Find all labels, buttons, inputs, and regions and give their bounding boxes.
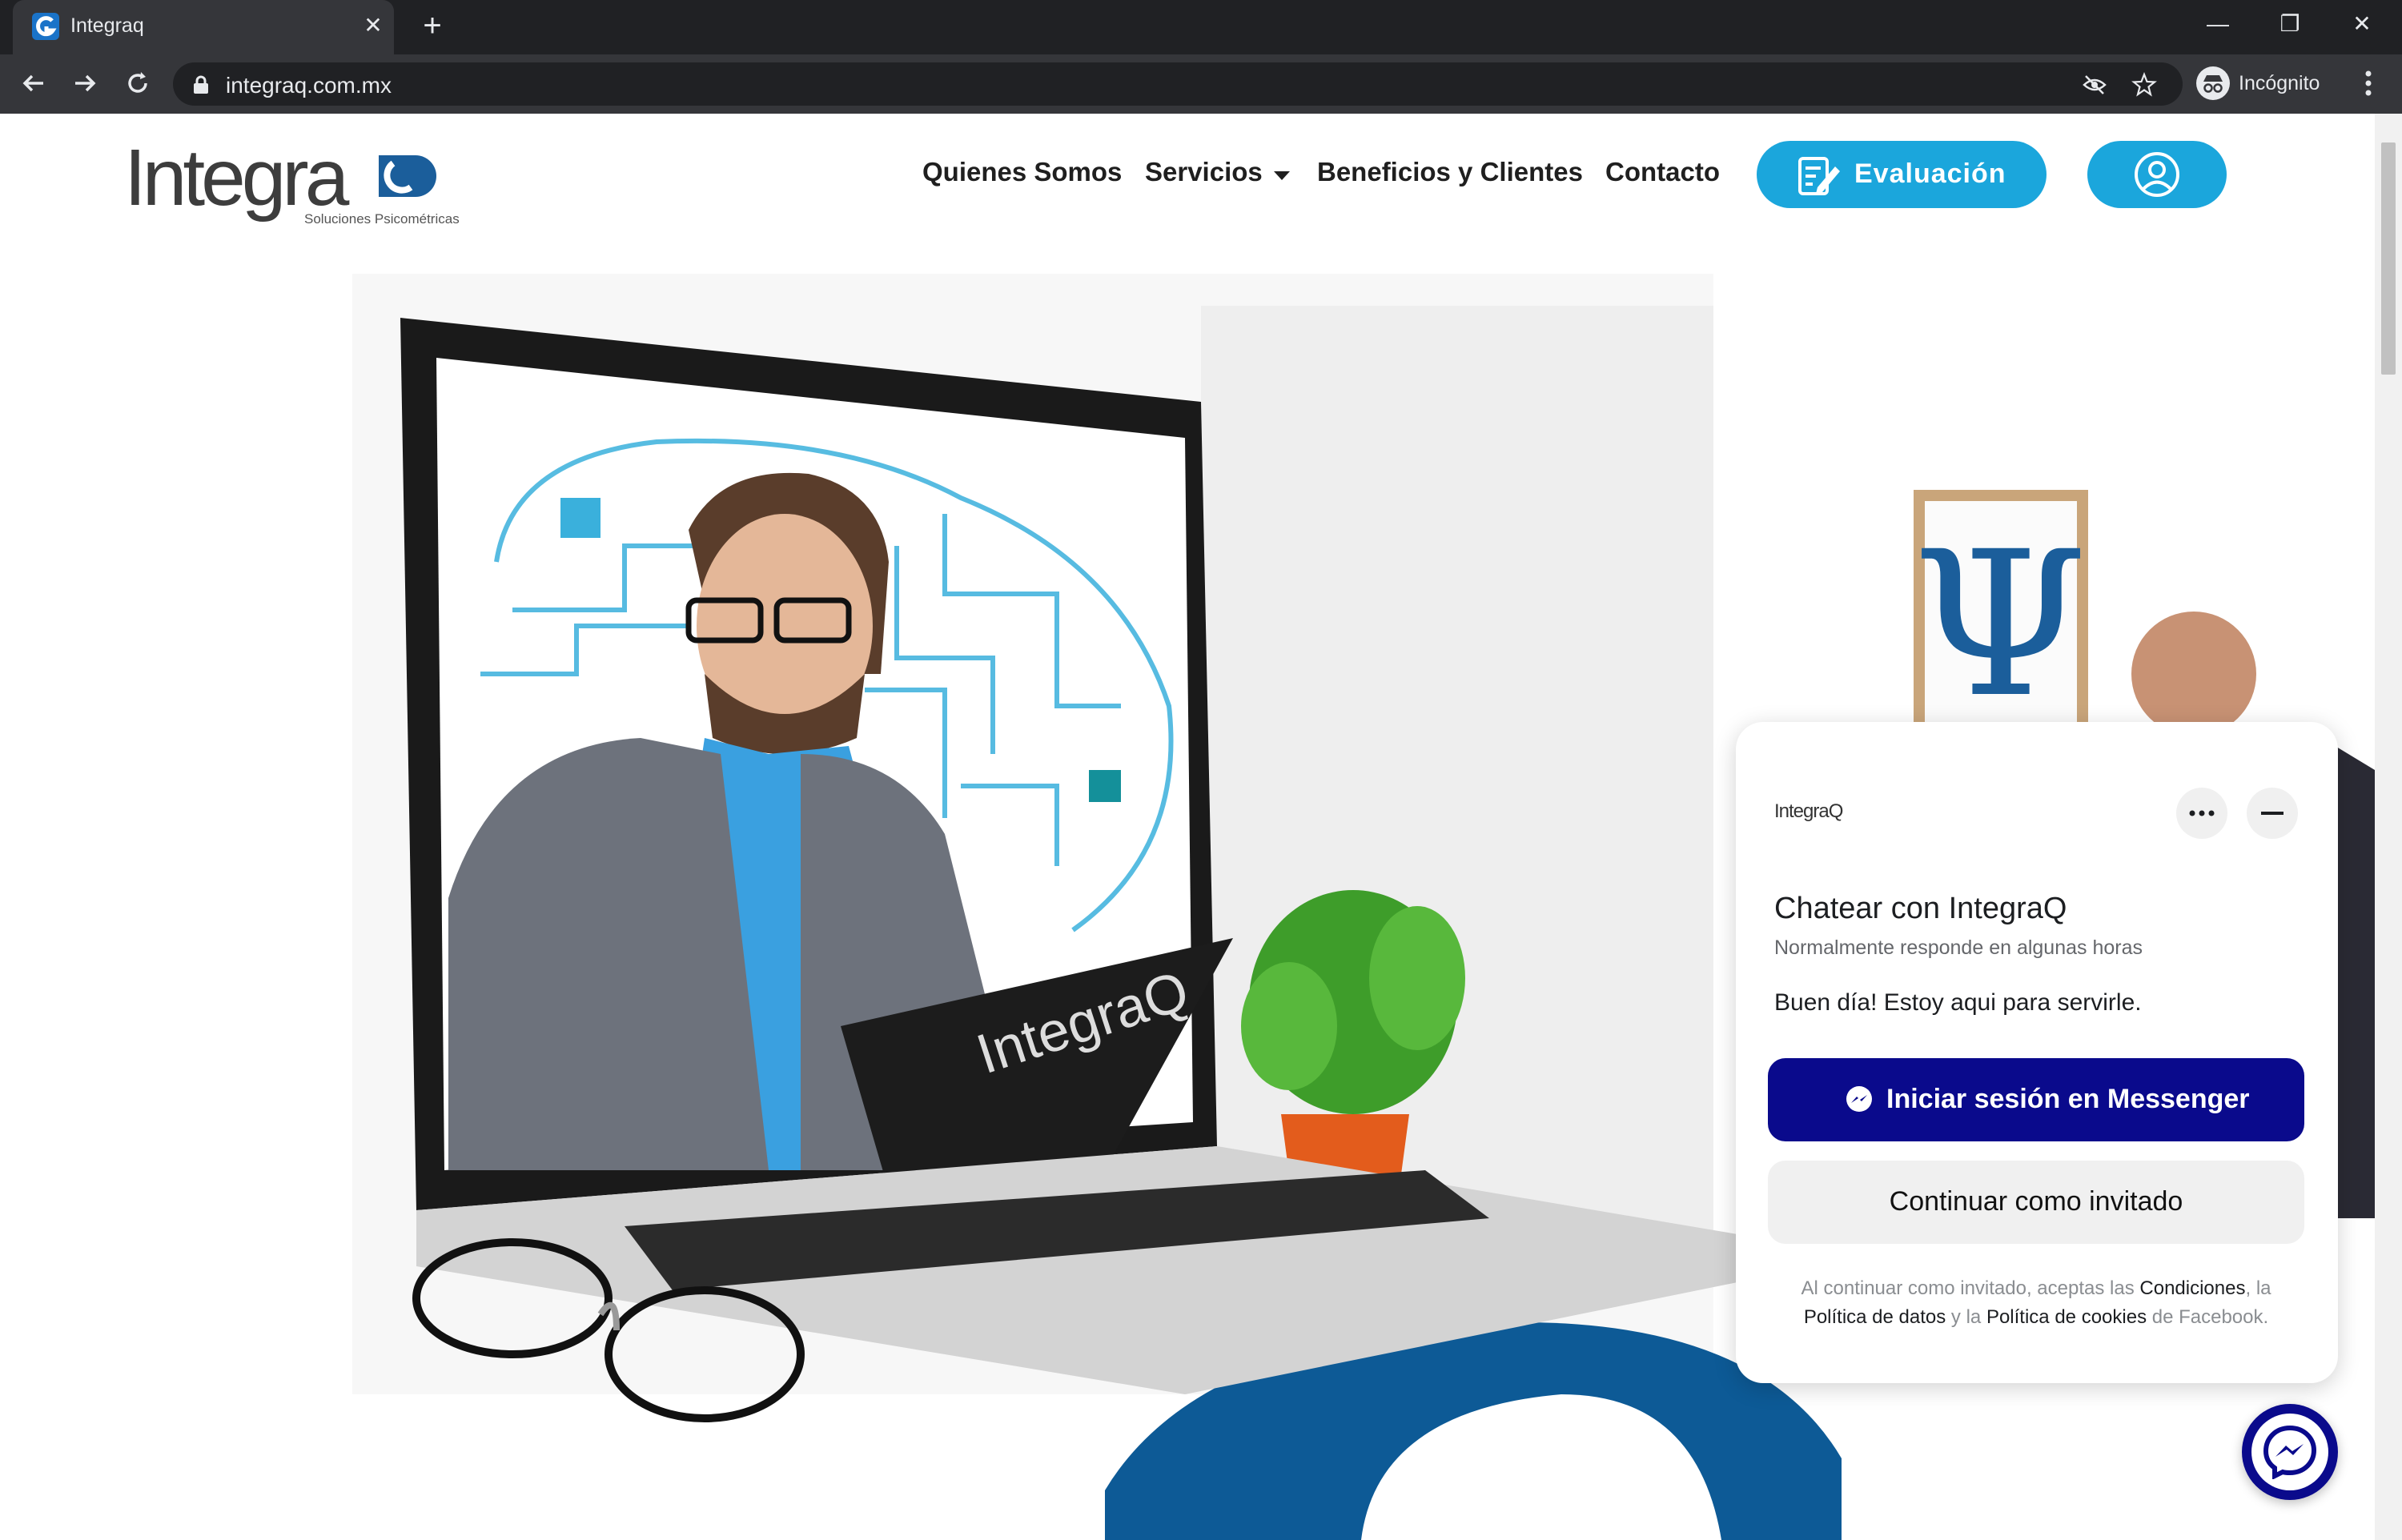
incognito-label: Incógnito xyxy=(2239,72,2320,94)
minimize-icon[interactable]: — xyxy=(2194,8,2242,40)
legal-text-3: y la xyxy=(1946,1306,1986,1328)
nav-quienes-somos[interactable]: Quienes Somos xyxy=(922,157,1122,187)
chat-title: Chatear con IntegraQ xyxy=(1774,892,2067,925)
eye-slash-icon[interactable] xyxy=(2082,72,2107,98)
more-dots-icon xyxy=(2189,810,2215,816)
evaluacion-button[interactable]: Evaluación xyxy=(1757,141,2047,208)
star-bookmark-icon[interactable] xyxy=(2131,72,2157,98)
chat-logo: IntegraQ xyxy=(1774,800,1843,822)
browser-tab[interactable]: Integraq ✕ xyxy=(13,0,394,54)
legal-text-4: de Facebook. xyxy=(2147,1306,2269,1328)
url-text: integraq.com.mx xyxy=(226,73,392,98)
chat-greeting-message: Buen día! Estoy aqui para servirle. xyxy=(1774,989,2142,1016)
messenger-fab-inner xyxy=(2251,1414,2328,1490)
messenger-login-label: Iniciar sesión en Messenger xyxy=(1886,1084,2250,1114)
legal-text-2: , la xyxy=(2245,1277,2271,1299)
messenger-login-button[interactable]: Iniciar sesión en Messenger xyxy=(1768,1058,2304,1141)
svg-text:Integra: Integra xyxy=(124,133,350,223)
evaluacion-label: Evaluación xyxy=(1854,158,2006,189)
incognito-icon xyxy=(2196,66,2230,100)
nav-contacto[interactable]: Contacto xyxy=(1605,157,1720,187)
messenger-icon xyxy=(1846,1086,1872,1112)
tab-title: Integraq xyxy=(70,14,144,37)
messenger-chat-widget: IntegraQ Chatear con IntegraQ Normalment… xyxy=(1736,722,2338,1383)
edit-document-icon xyxy=(1798,157,1840,195)
legal-notice: Al continuar como invitado, aceptas las … xyxy=(1768,1274,2304,1332)
lock-icon xyxy=(194,75,208,94)
browser-toolbar: integraq.com.mx Incógnito xyxy=(0,54,2402,114)
tab-close-icon[interactable]: ✕ xyxy=(362,14,384,37)
page-viewport: Integra Soluciones Psicométricas Quienes… xyxy=(0,114,2375,1540)
nav-beneficios-clientes[interactable]: Beneficios y Clientes xyxy=(1317,157,1583,187)
forward-arrow-icon[interactable] xyxy=(67,66,102,101)
legal-text-1: Al continuar como invitado, aceptas las xyxy=(1801,1277,2140,1299)
messenger-fab-button[interactable] xyxy=(2242,1404,2338,1500)
browser-menu-icon[interactable] xyxy=(2360,67,2376,99)
address-bar[interactable]: integraq.com.mx xyxy=(173,62,2183,106)
reload-icon[interactable] xyxy=(120,66,155,101)
continue-as-guest-label: Continuar como invitado xyxy=(1889,1186,2183,1217)
chat-options-button[interactable] xyxy=(2176,788,2227,839)
scrollbar-thumb[interactable] xyxy=(2381,142,2396,375)
nav-servicios-label: Servicios xyxy=(1145,157,1263,186)
incognito-profile[interactable]: Incógnito xyxy=(2184,61,2336,106)
link-politica-datos[interactable]: Política de datos xyxy=(1804,1306,1946,1328)
restore-icon[interactable]: ❐ xyxy=(2266,8,2314,40)
link-politica-cookies[interactable]: Política de cookies xyxy=(1986,1306,2147,1328)
site-logo[interactable]: Integra Soluciones Psicométricas xyxy=(124,131,460,239)
chat-subtitle: Normalmente responde en algunas horas xyxy=(1774,936,2143,959)
psi-symbol: Ψ xyxy=(1912,508,2087,741)
minimize-dash-icon xyxy=(2261,812,2284,815)
messenger-fab-icon xyxy=(2263,1425,2317,1479)
new-tab-icon[interactable]: + xyxy=(416,10,448,42)
caret-down-icon xyxy=(1273,171,1290,180)
browser-titlebar: Integraq ✕ + — ❐ ✕ xyxy=(0,0,2402,54)
integraq-favicon-icon xyxy=(32,13,59,40)
back-arrow-icon[interactable] xyxy=(16,66,51,101)
user-account-button[interactable] xyxy=(2087,141,2227,208)
logo-subtitle: Soluciones Psicométricas xyxy=(304,211,460,227)
nav-servicios[interactable]: Servicios xyxy=(1145,157,1291,187)
continue-as-guest-button[interactable]: Continuar como invitado xyxy=(1768,1161,2304,1244)
user-icon xyxy=(2135,152,2179,197)
page-scrollbar[interactable] xyxy=(2375,114,2402,1540)
window-close-icon[interactable]: ✕ xyxy=(2338,8,2386,40)
chat-minimize-button[interactable] xyxy=(2247,788,2298,839)
link-condiciones[interactable]: Condiciones xyxy=(2139,1277,2245,1299)
